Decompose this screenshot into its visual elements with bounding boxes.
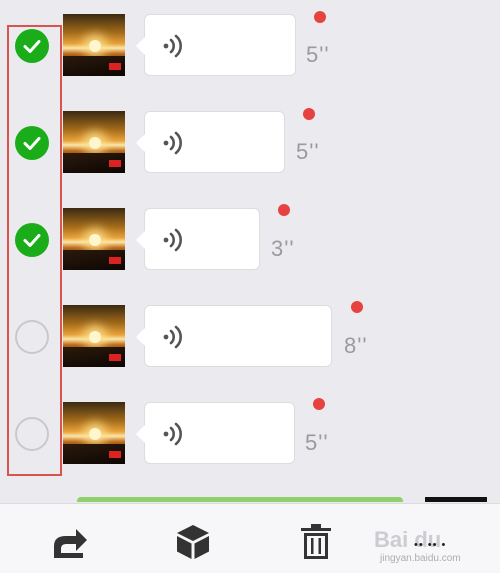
voice-wave-icon: [163, 422, 182, 446]
voice-duration: 8'': [344, 333, 368, 358]
bottom-action-toolbar: Bai du •• •• • jingyan.baidu.com: [0, 503, 500, 573]
unread-dot: [278, 204, 290, 216]
message-row[interactable]: 5'': [0, 108, 500, 191]
chat-multiselect-screen: 5'' 5'' 3'' 8'' 5'' Bai du •• •• • jingy…: [0, 0, 500, 573]
voice-wave-icon: [163, 325, 182, 349]
voice-duration: 5'': [296, 139, 320, 164]
cube-icon: [177, 525, 209, 559]
partial-avatar: [425, 497, 487, 502]
message-row[interactable]: 5'': [0, 398, 500, 482]
message-row[interactable]: 3'': [0, 204, 500, 288]
forward-button[interactable]: [50, 522, 90, 562]
voice-wave-icon: [163, 131, 182, 155]
share-forward-icon: [54, 529, 87, 558]
watermark: Bai du •• •• • jingyan.baidu.com: [374, 527, 461, 564]
avatar[interactable]: [63, 111, 125, 173]
more-icon[interactable]: •• •• •: [414, 539, 446, 551]
voice-wave-icon: [163, 34, 182, 58]
delete-button[interactable]: [296, 522, 336, 562]
voice-duration: 5'': [306, 42, 330, 67]
unread-dot: [314, 11, 326, 23]
message-row[interactable]: 5'': [0, 11, 500, 94]
voice-message-bubble[interactable]: [136, 305, 332, 367]
trash-icon: [301, 524, 331, 559]
partial-message-bubble: [77, 497, 403, 502]
voice-message-bubble[interactable]: [136, 208, 260, 270]
voice-message-bubble[interactable]: [136, 402, 295, 464]
avatar[interactable]: [63, 208, 125, 270]
avatar[interactable]: [63, 14, 125, 76]
highlight-frame: [7, 25, 62, 476]
favorite-button[interactable]: [173, 522, 213, 562]
avatar[interactable]: [63, 402, 125, 464]
voice-wave-icon: [163, 228, 182, 252]
voice-message-bubble[interactable]: [136, 111, 285, 173]
voice-duration: 5'': [305, 430, 329, 455]
unread-dot: [351, 301, 363, 313]
voice-duration: 3'': [271, 236, 295, 261]
unread-dot: [313, 398, 325, 410]
voice-message-bubble[interactable]: [136, 14, 296, 76]
unread-dot: [303, 108, 315, 120]
message-row[interactable]: 8'': [0, 301, 500, 385]
avatar[interactable]: [63, 305, 125, 367]
